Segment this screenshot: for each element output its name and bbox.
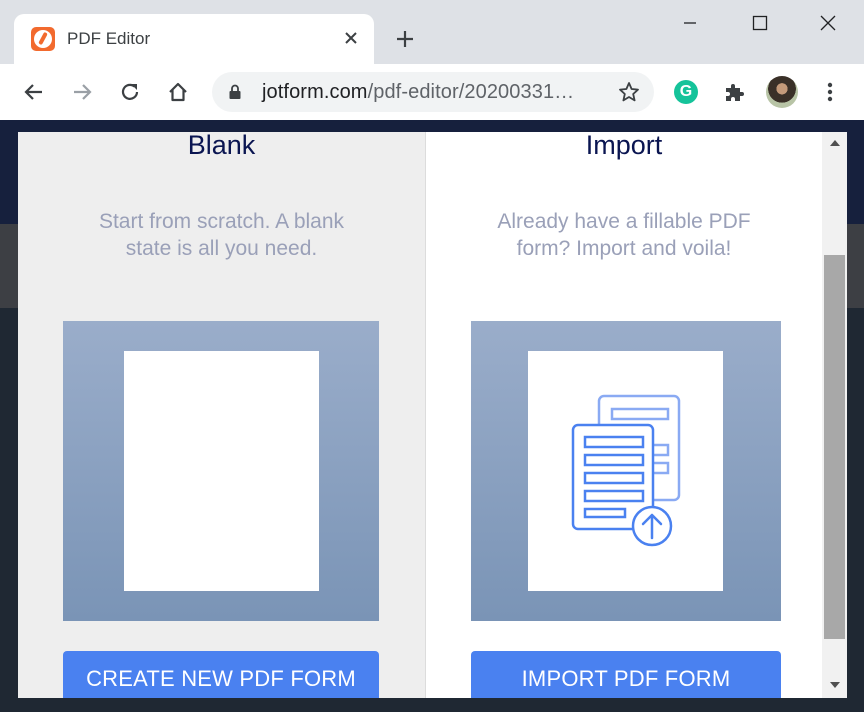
tab-close-icon[interactable] (338, 25, 364, 51)
bookmark-star-icon[interactable] (618, 81, 640, 108)
import-documents-upload-icon (571, 394, 681, 547)
import-option-panel[interactable]: Import Already have a fillable PDF form?… (426, 132, 822, 698)
home-icon[interactable] (162, 76, 194, 108)
browser-toolbar: jotform.com/pdf-editor/20200331… G (0, 64, 864, 120)
scroll-up-arrow-icon[interactable] (830, 140, 840, 146)
blank-page-illustration (124, 351, 319, 591)
blank-option-panel[interactable]: Blank Start from scratch. A blank state … (18, 132, 425, 698)
url-text[interactable]: jotform.com/pdf-editor/20200331… (262, 81, 574, 104)
reload-icon[interactable] (114, 76, 146, 108)
scrollbar-thumb[interactable] (824, 255, 845, 639)
blank-option-description: Start from scratch. A blank state is all… (98, 210, 345, 260)
back-arrow-icon[interactable] (18, 76, 50, 108)
jotform-favicon-icon (31, 27, 55, 51)
grammarly-extension-icon[interactable]: G (670, 76, 702, 108)
forward-arrow-icon[interactable] (66, 76, 98, 108)
create-new-pdf-form-button[interactable]: CREATE NEW PDF FORM (63, 651, 379, 698)
modal-scrollbar[interactable] (822, 132, 847, 698)
import-page-illustration (528, 351, 723, 591)
maximize-icon[interactable] (740, 8, 780, 38)
scroll-down-arrow-icon[interactable] (830, 682, 840, 688)
profile-avatar[interactable] (766, 76, 798, 108)
close-window-icon[interactable] (808, 8, 848, 38)
browser-menu-kebab-icon[interactable] (814, 76, 846, 108)
import-preview-image (471, 321, 781, 621)
import-option-title: Import (585, 132, 663, 160)
tab-title: PDF Editor (67, 29, 151, 48)
lock-icon[interactable] (228, 84, 242, 105)
blank-option-title: Blank (187, 132, 256, 160)
page-viewport: Blank Start from scratch. A blank state … (0, 120, 864, 712)
browser-tab[interactable]: PDF Editor (14, 14, 374, 64)
address-bar[interactable]: jotform.com/pdf-editor/20200331… (212, 72, 654, 112)
blank-preview-image (63, 321, 379, 621)
import-pdf-form-button[interactable]: IMPORT PDF FORM (471, 651, 781, 698)
minimize-icon[interactable] (670, 8, 710, 38)
browser-titlebar: PDF Editor (0, 0, 864, 64)
extensions-puzzle-icon[interactable] (718, 76, 750, 108)
new-tab-plus-icon[interactable] (390, 24, 420, 54)
import-option-description: Already have a fillable PDF form? Import… (497, 210, 751, 260)
create-form-modal: Blank Start from scratch. A blank state … (18, 132, 822, 698)
